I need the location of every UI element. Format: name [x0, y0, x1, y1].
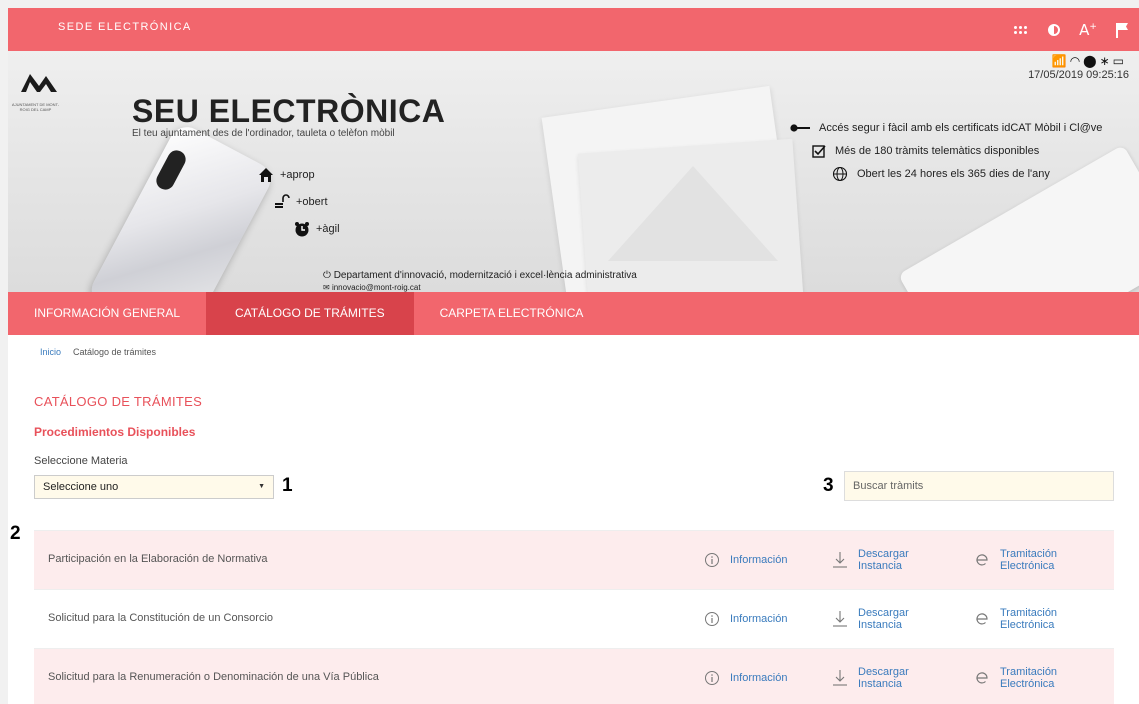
annotation-1: 1	[282, 475, 293, 496]
procedure-row: Participación en la Elaboración de Norma…	[34, 530, 1114, 589]
hero-banner: AJUNTAMENT DE MONT-ROIG DEL CAMP 📶◠⬤∗▭ 1…	[8, 51, 1139, 292]
breadcrumb-current: Catálogo de trámites	[73, 347, 157, 357]
globe-icon	[832, 166, 848, 182]
contrast-icon[interactable]	[1037, 8, 1071, 51]
materia-label: Seleccione Materia	[34, 455, 128, 467]
browser-viewport: SEDE ELECTRÓNICA A+ AJUNTAMENT DE MONT-R…	[8, 8, 1139, 704]
pillar-agil: +àgil	[294, 221, 340, 237]
download-instance-link[interactable]: Descargar Instancia	[832, 649, 928, 704]
info-link[interactable]: Información	[704, 590, 787, 648]
search-input[interactable]	[844, 471, 1114, 501]
procedure-row: Solicitud para la Constitución de un Con…	[34, 589, 1114, 648]
download-instance-link[interactable]: Descargar Instancia	[832, 590, 928, 648]
annotation-3: 3	[823, 475, 834, 496]
info-link[interactable]: Información	[704, 649, 787, 704]
e-icon	[976, 672, 988, 684]
download-icon	[833, 670, 847, 686]
feature-procedures: Més de 180 tràmits telemàtics disponible…	[812, 144, 1039, 158]
device-status-icons: 📶◠⬤∗▭	[1051, 54, 1127, 68]
procedure-name: Solicitud para la Renumeración o Denomin…	[48, 671, 379, 683]
unlock-icon	[275, 194, 290, 208]
info-icon	[705, 612, 719, 626]
info-link[interactable]: Información	[704, 531, 787, 589]
checkbox-icon	[812, 145, 826, 158]
dropdown-caret-icon: ▼	[258, 483, 265, 490]
electronic-processing-link[interactable]: Tramitación Electrónica	[974, 649, 1070, 704]
site-title: SEDE ELECTRÓNICA	[58, 21, 192, 33]
info-icon	[705, 671, 719, 685]
breadcrumb-home-link[interactable]: Inicio	[40, 347, 61, 357]
font-size-icon[interactable]: A+	[1071, 8, 1105, 51]
materia-select-value: Seleccione uno	[43, 481, 119, 493]
procedure-row: Solicitud para la Renumeración o Denomin…	[34, 648, 1114, 704]
nav-catalogo-tramites[interactable]: CATÁLOGO DE TRÁMITES	[206, 292, 414, 335]
pillar-obert: +obert	[274, 194, 328, 210]
key-icon	[790, 124, 810, 132]
procedure-name: Solicitud para la Constitución de un Con…	[48, 612, 274, 624]
download-icon	[833, 611, 847, 627]
annotation-2: 2	[10, 523, 21, 544]
electronic-processing-link[interactable]: Tramitación Electrónica	[974, 531, 1070, 589]
pillar-aprop: +aprop	[258, 167, 315, 183]
department-email: ✉ innovacio@mont-roig.cat	[323, 283, 421, 292]
e-icon	[976, 554, 988, 566]
breadcrumb: Inicio Catálogo de trámites	[40, 347, 156, 357]
flag-icon[interactable]	[1105, 8, 1139, 51]
materia-select[interactable]: Seleccione uno ▼	[34, 475, 274, 499]
main-navigation: INFORMACIÓN GENERAL CATÁLOGO DE TRÁMITES…	[8, 292, 1139, 335]
download-icon	[833, 552, 847, 568]
page-subtitle: Procedimientos Disponibles	[34, 425, 196, 439]
banner-title: SEU ELECTRÒNICA	[132, 93, 446, 129]
accessibility-tools: A+	[1003, 8, 1139, 51]
info-icon	[705, 553, 719, 567]
e-icon	[976, 613, 988, 625]
datetime: 17/05/2019 09:25:16	[1028, 69, 1129, 81]
municipality-logo-icon	[21, 74, 57, 92]
nav-carpeta-electronica[interactable]: CARPETA ELECTRÓNICA	[414, 292, 610, 335]
envelope-flap	[608, 166, 778, 261]
top-bar: SEDE ELECTRÓNICA A+	[8, 8, 1139, 51]
home-icon	[259, 168, 273, 182]
electronic-processing-link[interactable]: Tramitación Electrónica	[974, 590, 1070, 648]
grid-dots-icon[interactable]	[1003, 8, 1037, 51]
procedure-name: Participación en la Elaboración de Norma…	[48, 553, 268, 565]
page-title: CATÁLOGO DE TRÁMITES	[34, 394, 203, 409]
feature-always-open: Obert les 24 hores els 365 dies de l'any	[832, 166, 1050, 182]
logo-text: AJUNTAMENT DE MONT-ROIG DEL CAMP	[11, 102, 60, 112]
procedures-list: Participación en la Elaboración de Norma…	[34, 530, 1114, 704]
clock-icon	[295, 222, 309, 237]
department-line: ⏻ Departament d'innovació, modernització…	[323, 270, 637, 281]
feature-secure-access: Accés segur i fàcil amb els certificats …	[790, 122, 1102, 134]
banner-subtitle: El teu ajuntament des de l'ordinador, ta…	[132, 128, 395, 139]
phone-image	[85, 120, 277, 292]
nav-informacion-general[interactable]: INFORMACIÓN GENERAL	[8, 292, 206, 335]
download-instance-link[interactable]: Descargar Instancia	[832, 531, 928, 589]
